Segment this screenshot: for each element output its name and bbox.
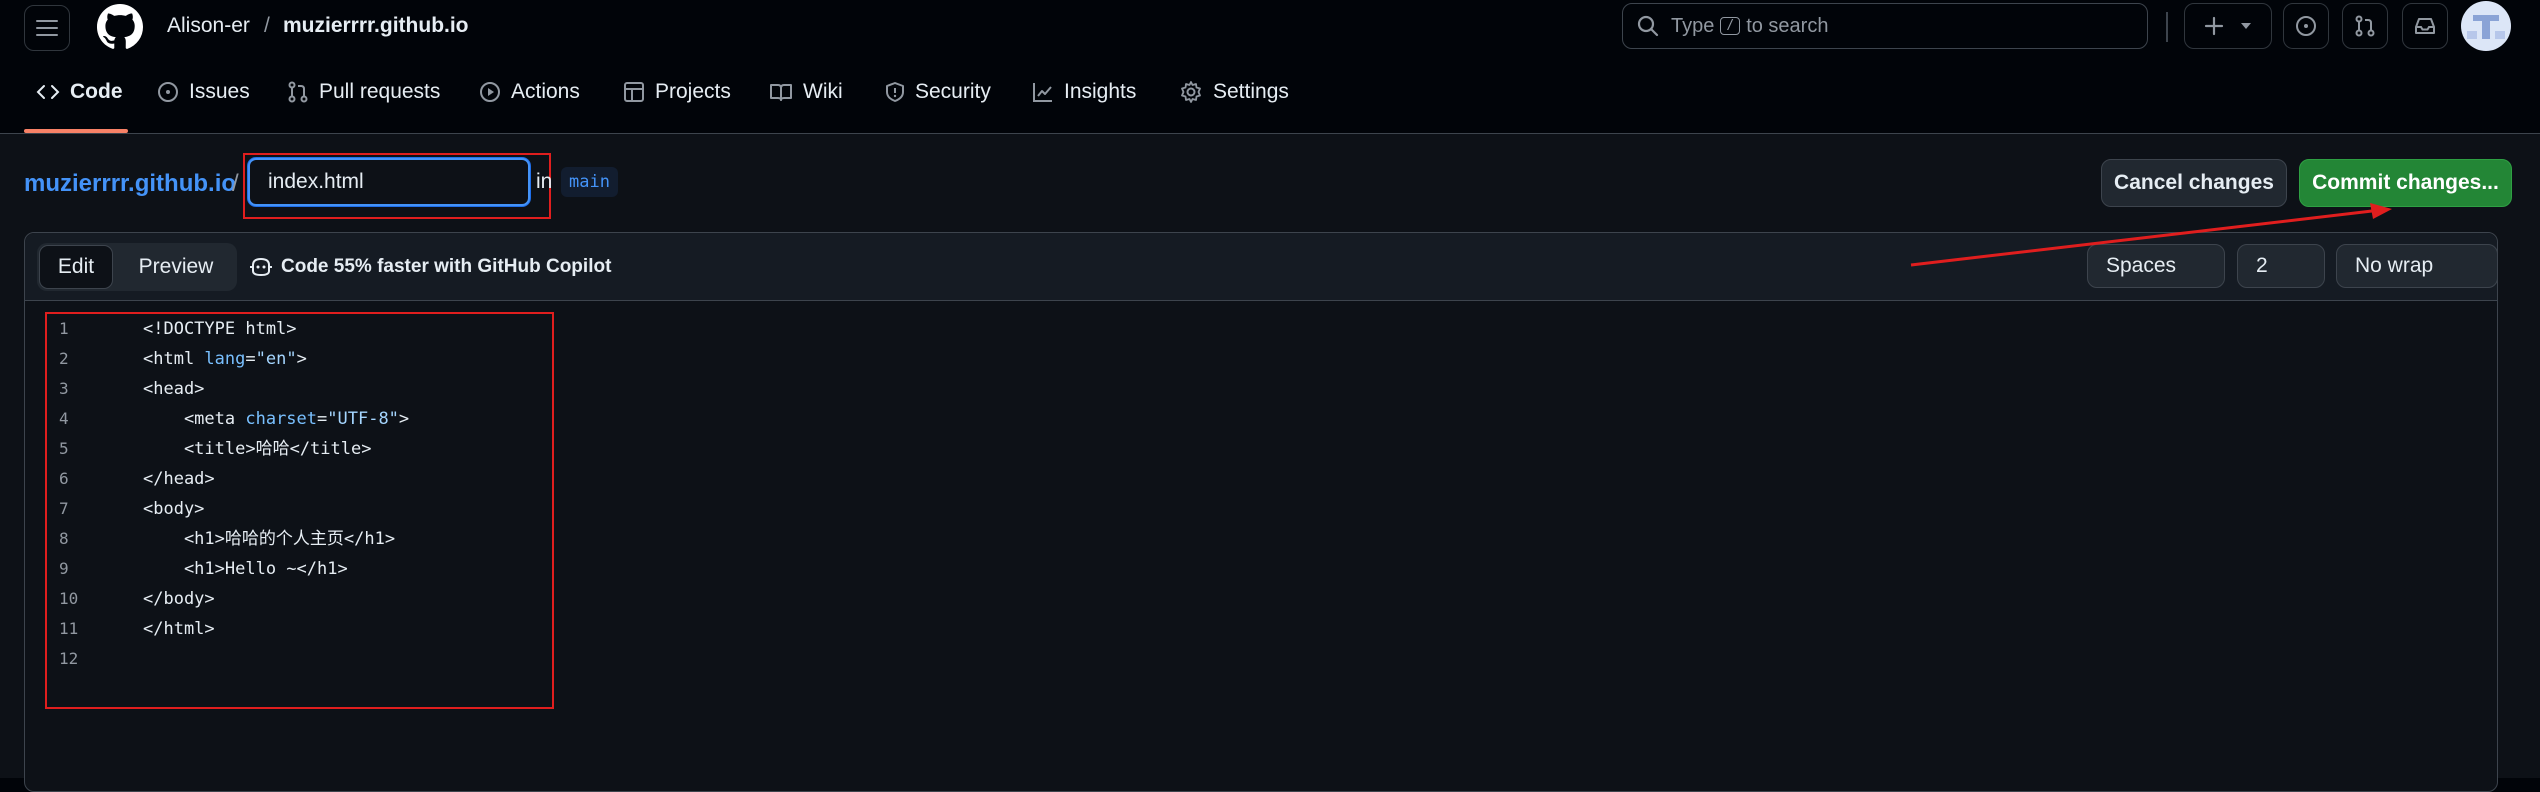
branch-label: main <box>561 167 618 197</box>
commit-changes-button[interactable]: Commit changes... <box>2299 159 2512 207</box>
commit-changes-label: Commit changes... <box>2312 171 2499 194</box>
tab-pull-requests[interactable]: Pull requests <box>287 72 440 112</box>
tab-edit-label: Edit <box>57 255 95 278</box>
owner-link[interactable]: Alison-er <box>167 14 250 38</box>
tab-code-label: Code <box>70 80 123 103</box>
tab-settings-label: Settings <box>1213 80 1289 103</box>
indent-size-value: 2 <box>2256 254 2268 277</box>
tab-insights[interactable]: Insights <box>1032 72 1136 112</box>
menu-button[interactable] <box>24 5 70 51</box>
global-header: Alison-er / muzierrrr.github.io Type / t… <box>0 0 2540 56</box>
wrap-mode-select[interactable]: No wrap <box>2336 244 2498 288</box>
repo-name-link[interactable]: muzierrrr.github.io <box>24 170 236 198</box>
tab-pull-requests-label: Pull requests <box>319 80 441 103</box>
tab-preview-label: Preview <box>138 255 214 278</box>
inbox-button[interactable] <box>2402 3 2448 49</box>
code-icon <box>36 85 60 99</box>
cancel-changes-label: Cancel changes <box>2114 171 2274 194</box>
pull-requests-button[interactable] <box>2342 3 2388 49</box>
shield-icon <box>886 82 904 102</box>
tab-issues[interactable]: Issues <box>157 72 250 112</box>
repo-nav: Code Issues Pull requests Actions Projec… <box>0 56 2540 134</box>
indent-size-select[interactable]: 2 <box>2237 244 2325 288</box>
repo-link[interactable]: muzierrrr.github.io <box>283 14 469 38</box>
tab-actions-label: Actions <box>511 80 580 103</box>
tab-edit[interactable]: Edit <box>39 245 113 289</box>
cancel-changes-button[interactable]: Cancel changes <box>2101 159 2287 207</box>
avatar[interactable] <box>2461 1 2511 51</box>
tab-wiki-label: Wiki <box>803 80 843 103</box>
git-pull-request-icon <box>2355 15 2375 37</box>
github-logo-icon[interactable] <box>97 4 143 50</box>
tab-projects[interactable]: Projects <box>623 72 731 112</box>
create-new-button[interactable] <box>2184 3 2272 49</box>
indent-mode-select[interactable]: Spaces <box>2087 244 2225 288</box>
search-placeholder-prefix: Type <box>1671 14 1715 37</box>
search-input[interactable]: Type / to search <box>1622 3 2148 49</box>
indent-mode-value: Spaces <box>2106 254 2177 277</box>
copilot-icon <box>250 257 272 277</box>
tab-insights-label: Insights <box>1064 80 1137 103</box>
avatar-identicon-icon <box>2467 15 2505 39</box>
tab-wiki[interactable]: Wiki <box>769 72 843 112</box>
pull-request-icon <box>288 81 308 103</box>
issue-opened-icon <box>2296 16 2316 36</box>
book-icon <box>770 84 792 101</box>
copilot-promo[interactable]: Code 55% faster with GitHub Copilot <box>249 255 611 279</box>
tab-actions[interactable]: Actions <box>479 72 580 112</box>
tab-security-label: Security <box>915 80 991 103</box>
path-separator: / <box>232 170 239 197</box>
tab-security[interactable]: Security <box>885 72 991 112</box>
gear-icon <box>1181 81 1201 103</box>
header-divider <box>2166 12 2168 42</box>
search-placeholder-suffix: to search <box>1746 14 1829 37</box>
tab-code[interactable]: Code <box>36 72 123 112</box>
search-shortcut-key: / <box>1720 17 1741 35</box>
table-icon <box>624 82 644 102</box>
plus-icon <box>2204 16 2224 36</box>
hamburger-icon <box>36 20 58 36</box>
in-label: in <box>536 170 553 193</box>
tab-issues-label: Issues <box>189 80 250 103</box>
play-icon <box>480 82 500 102</box>
active-tab-indicator <box>24 129 128 133</box>
wrap-mode-value: No wrap <box>2355 254 2434 277</box>
tab-settings[interactable]: Settings <box>1179 72 1289 112</box>
copilot-text: Code 55% faster with GitHub Copilot <box>281 256 612 277</box>
tab-preview[interactable]: Preview <box>121 245 231 289</box>
breadcrumb-separator: / <box>264 14 270 37</box>
inbox-icon <box>2415 18 2435 34</box>
filename-input[interactable] <box>248 158 530 206</box>
annotation-box-code <box>45 312 554 709</box>
issue-icon <box>158 82 178 102</box>
graph-icon <box>1033 83 1052 102</box>
search-icon <box>1637 15 1659 37</box>
triangle-down-icon <box>2241 23 2251 29</box>
tab-projects-label: Projects <box>655 80 731 103</box>
issues-button[interactable] <box>2283 3 2329 49</box>
